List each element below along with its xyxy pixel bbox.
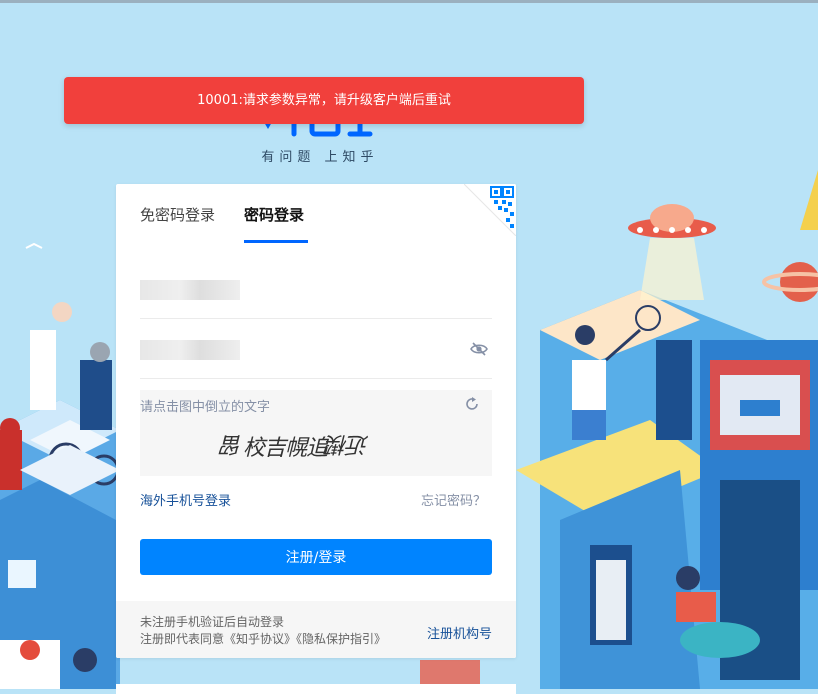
secondary-card-edge <box>116 684 516 694</box>
terms-note: 未注册手机验证后自动登录 注册即代表同意《知乎协议》《隐私保护指引》 <box>140 614 386 648</box>
captcha-char[interactable]: 近 <box>348 430 369 462</box>
eye-off-icon[interactable] <box>470 342 488 356</box>
overseas-phone-login-link[interactable]: 海外手机号登录 <box>140 490 231 509</box>
captcha-char[interactable]: 楔 <box>327 430 348 462</box>
tab-sms-login[interactable]: 免密码登录 <box>140 204 215 225</box>
captcha-image[interactable]: 留校吉幌追楔近 <box>222 430 392 466</box>
captcha-char[interactable]: 留 <box>222 430 243 462</box>
password-value-masked <box>140 340 240 360</box>
captcha-panel: 请点击图中倒立的文字 留校吉幌追楔近 <box>140 390 492 476</box>
agreement-prefix: 注册即代表同意 <box>140 632 225 646</box>
privacy-policy-link[interactable]: 《隐私保护指引》 <box>296 632 386 646</box>
refresh-icon[interactable] <box>464 396 480 412</box>
agreement-note: 注册即代表同意《知乎协议》《隐私保护指引》 <box>140 631 386 648</box>
account-value-masked <box>140 280 240 300</box>
active-tab-indicator <box>244 240 308 243</box>
login-card: 免密码登录 密码登录 请点击图中倒立的文字 留校吉幌追楔近 海外手机号登录 忘记… <box>116 184 516 658</box>
captcha-char[interactable]: 吉 <box>264 430 286 462</box>
qr-code-icon[interactable] <box>464 184 516 236</box>
zhihu-agreement-link[interactable]: 《知乎协议》 <box>224 632 296 646</box>
error-toast: 10001:请求参数异常，请升级客户端后重试 <box>64 77 584 124</box>
account-field[interactable] <box>140 260 492 319</box>
register-login-button[interactable]: 注册/登录 <box>140 539 492 575</box>
card-footer: 未注册手机验证后自动登录 注册即代表同意《知乎协议》《隐私保护指引》 注册机构号 <box>116 601 516 658</box>
captcha-hint: 请点击图中倒立的文字 <box>140 400 271 415</box>
tab-password-login[interactable]: 密码登录 <box>244 204 304 225</box>
captcha-char[interactable]: 幌 <box>285 430 307 462</box>
password-field[interactable] <box>140 320 492 379</box>
captcha-char[interactable]: 追 <box>306 430 328 462</box>
forgot-password-link[interactable]: 忘记密码？ <box>421 490 486 509</box>
captcha-char[interactable]: 校 <box>243 430 265 462</box>
auxiliary-links: 海外手机号登录 忘记密码？ <box>140 490 492 510</box>
logo-slogan: 有问题 上知乎 <box>261 150 379 165</box>
organization-register-link[interactable]: 注册机构号 <box>427 623 492 642</box>
auto-register-note: 未注册手机验证后自动登录 <box>140 615 285 629</box>
